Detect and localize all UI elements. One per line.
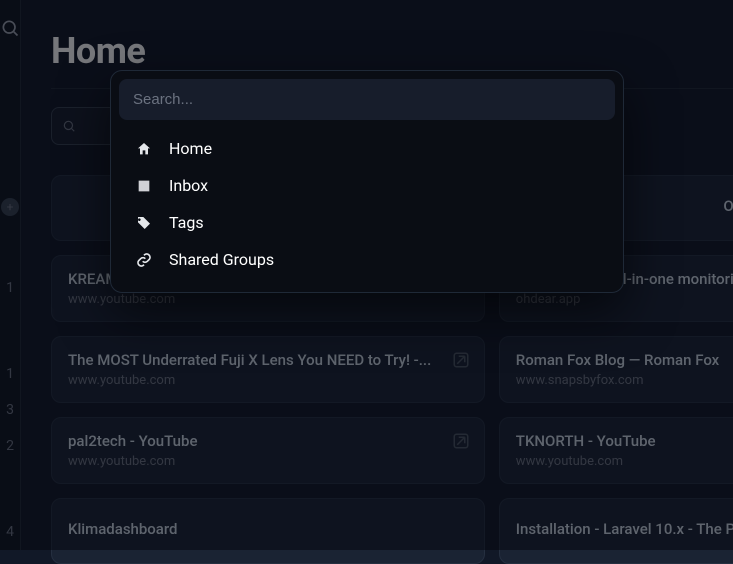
link-icon xyxy=(135,252,153,268)
palette-item-shared-groups[interactable]: Shared Groups xyxy=(125,241,609,278)
palette-item-home[interactable]: Home xyxy=(125,130,609,167)
palette-item-label: Tags xyxy=(169,213,204,232)
palette-item-label: Home xyxy=(169,139,212,158)
palette-item-label: Inbox xyxy=(169,176,208,195)
command-palette: Home Inbox Tags Shared Groups xyxy=(110,70,624,293)
palette-item-inbox[interactable]: Inbox xyxy=(125,167,609,204)
palette-search-input[interactable] xyxy=(119,79,615,120)
home-icon xyxy=(135,141,153,157)
tag-icon xyxy=(135,215,153,231)
palette-item-tags[interactable]: Tags xyxy=(125,204,609,241)
palette-item-label: Shared Groups xyxy=(169,250,274,269)
palette-list: Home Inbox Tags Shared Groups xyxy=(119,120,615,284)
inbox-icon xyxy=(135,178,153,194)
